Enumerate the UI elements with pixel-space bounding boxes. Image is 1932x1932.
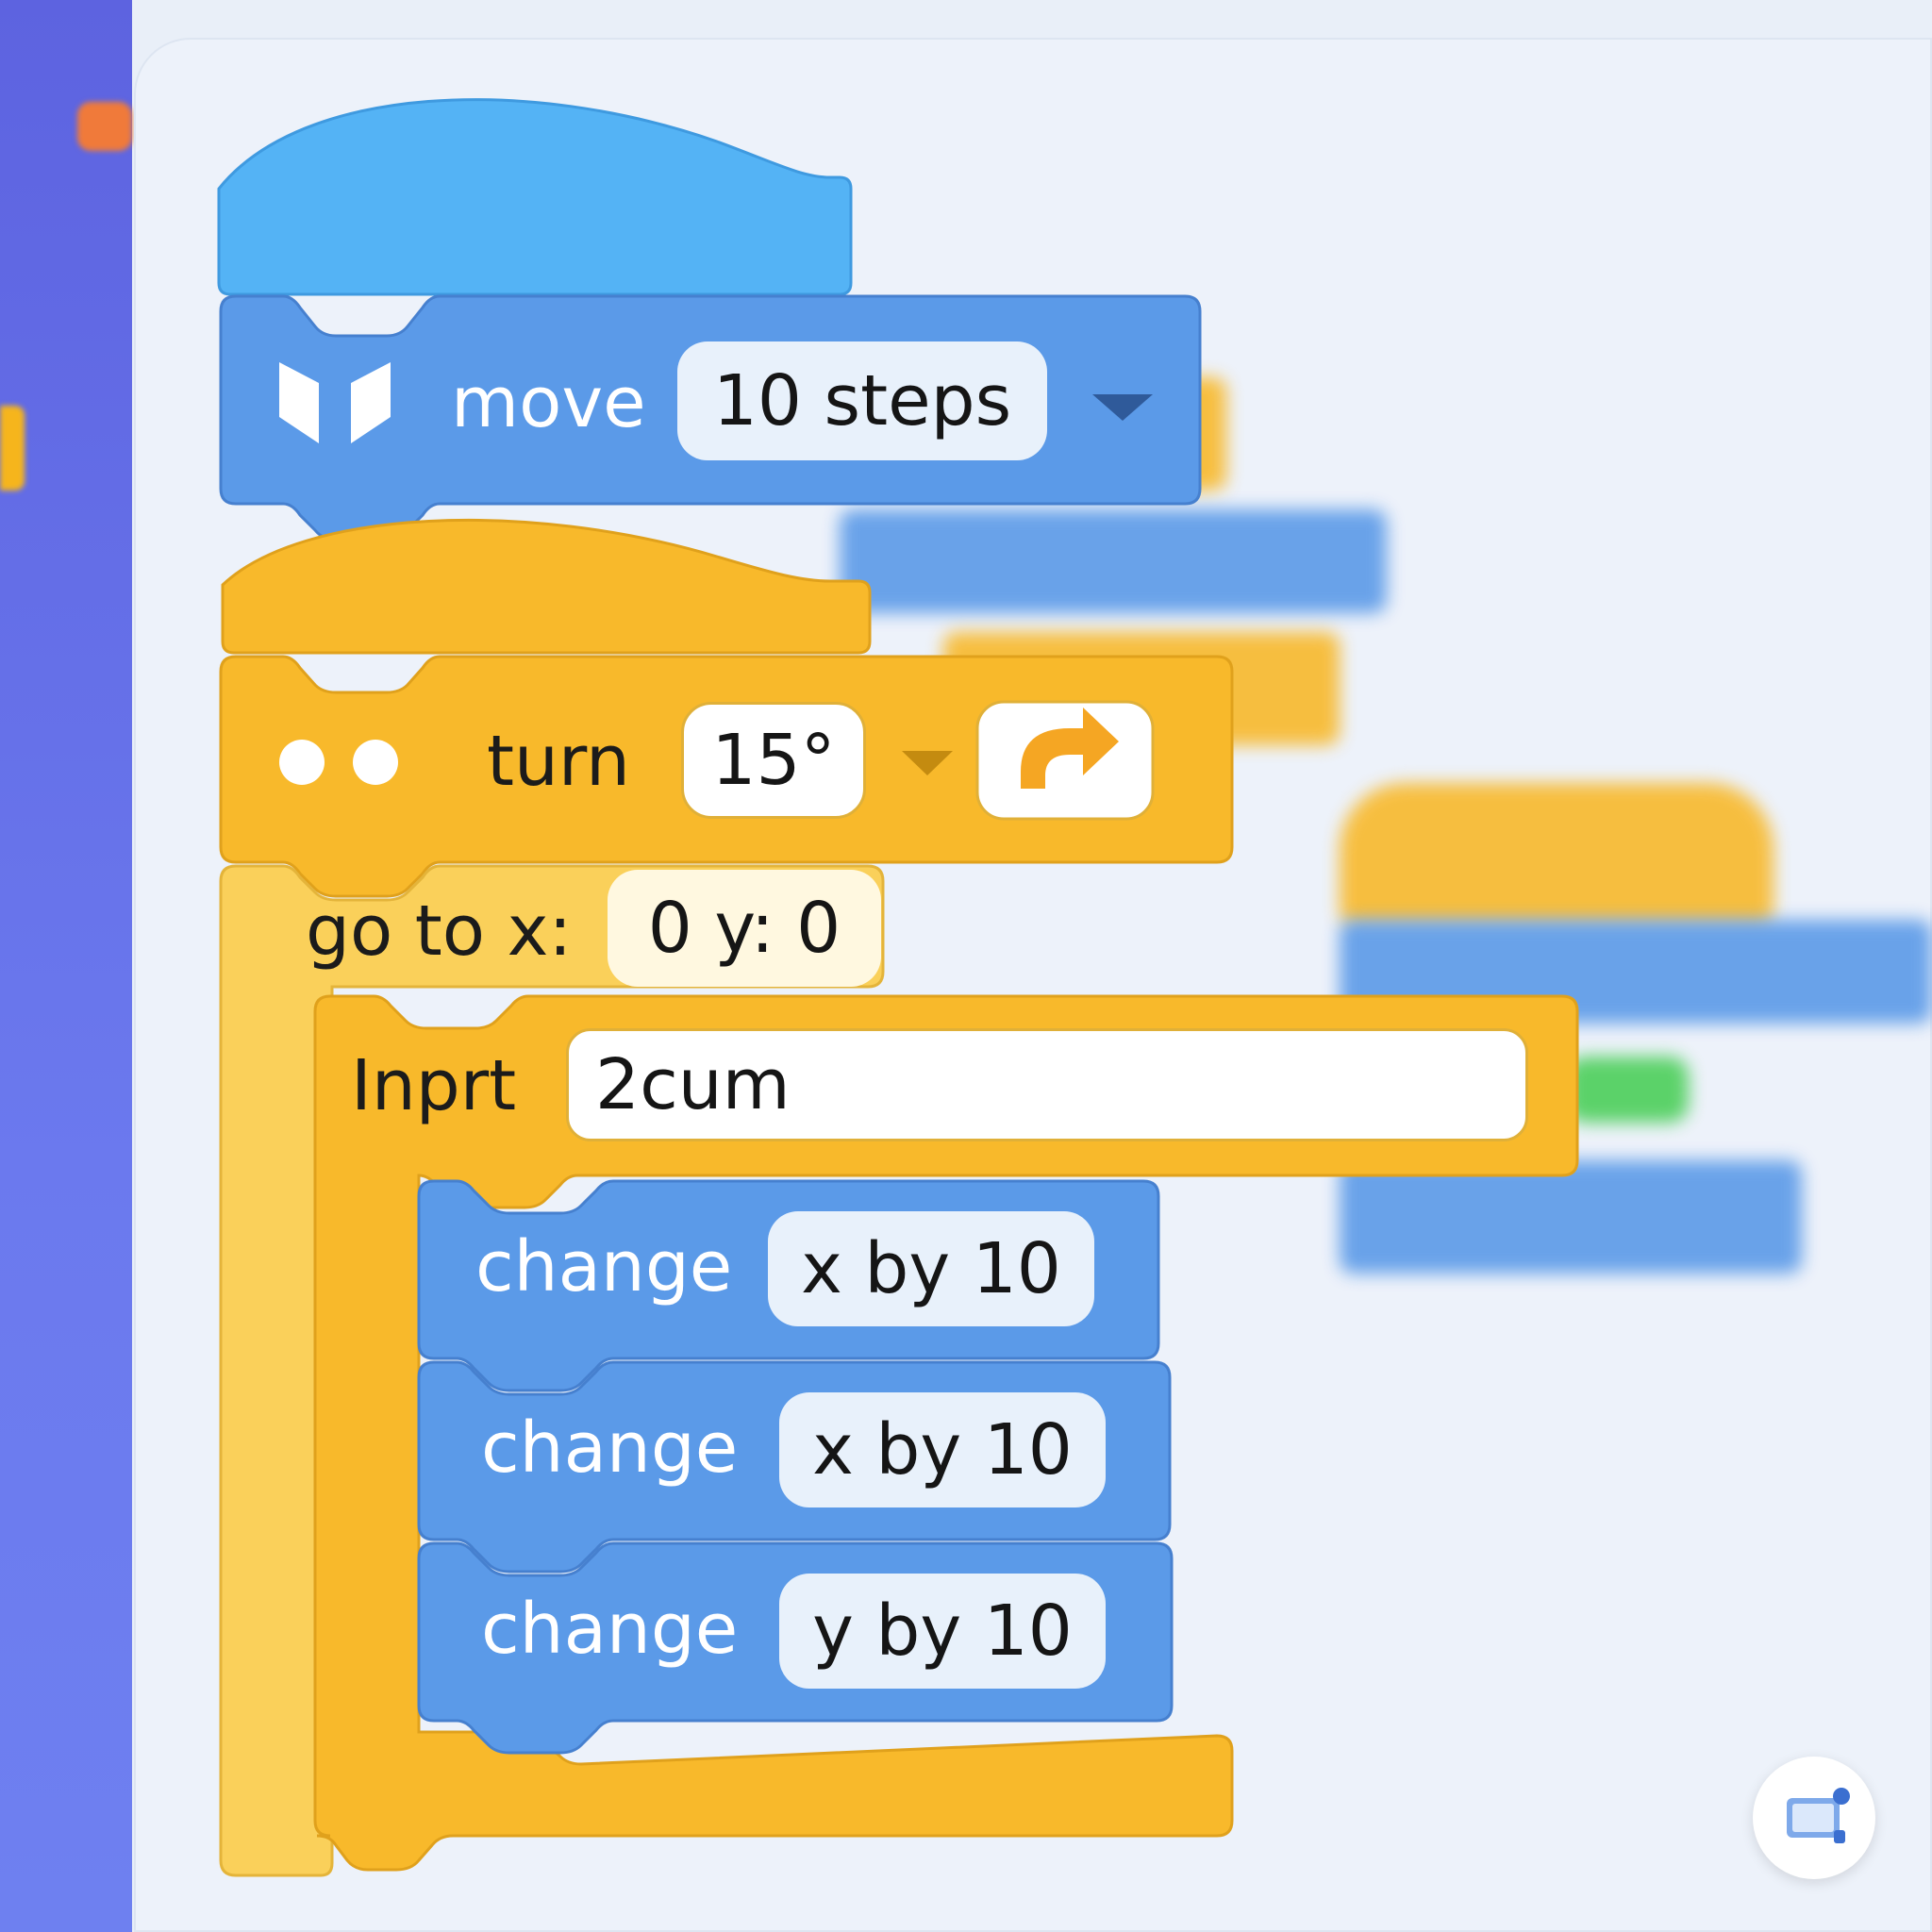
goto-xy-input[interactable]: 0 y: 0 [608,870,881,987]
input-label: Inprt [351,1045,517,1126]
change-label: change [481,1589,739,1670]
hat-block-yellow[interactable] [221,518,872,655]
turn-label: turn [487,721,630,802]
goto-label: go to x: [306,891,573,972]
change-label: change [481,1407,739,1489]
settings-button[interactable] [1753,1757,1875,1879]
change-label: change [475,1226,733,1307]
settings-icon [1787,1788,1850,1843]
hat-block-blue[interactable] [217,98,853,296]
move-label: move [451,362,646,443]
change-value-input[interactable]: x by 10 [768,1211,1094,1326]
move-steps-input[interactable]: 10 steps [677,341,1047,460]
turn-direction-button[interactable] [975,700,1155,821]
turn-degrees-input[interactable]: 15° [681,702,866,819]
change-value-input[interactable]: x by 10 [779,1392,1106,1507]
input-text-field[interactable]: 2cum [566,1028,1528,1141]
change-value-input[interactable]: y by 10 [779,1574,1106,1689]
